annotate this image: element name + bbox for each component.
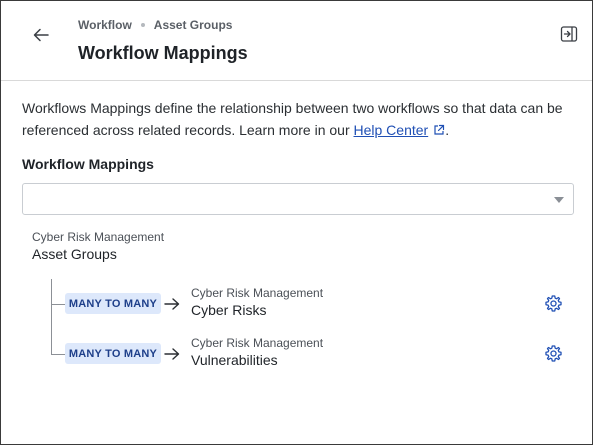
mappings-description: Workflows Mappings define the relationsh…: [22, 97, 567, 141]
panel-header: Workflow Asset Groups Workflow Mappings: [1, 1, 592, 81]
help-center-link[interactable]: Help Center: [354, 122, 429, 138]
workflow-mappings-panel: Workflow Asset Groups Workflow Mappings …: [0, 0, 593, 445]
tree-connector-vertical: [51, 279, 52, 354]
source-workspace: Cyber Risk Management: [32, 230, 165, 244]
breadcrumb-asset-groups[interactable]: Asset Groups: [154, 18, 233, 32]
chevron-down-icon: [554, 197, 564, 203]
relation-workspace: Cyber Risk Management: [191, 286, 324, 300]
breadcrumb: Workflow Asset Groups: [78, 18, 232, 32]
gear-icon[interactable]: [544, 344, 563, 363]
workflow-mappings-select[interactable]: [22, 183, 574, 215]
relation-type-badge: MANY TO MANY: [65, 343, 161, 364]
source-workflow: Asset Groups: [32, 246, 117, 262]
description-text: Workflows Mappings define the relationsh…: [22, 100, 563, 138]
panel-collapse-icon: [560, 26, 578, 42]
relation-type-badge: MANY TO MANY: [65, 293, 161, 314]
gear-icon[interactable]: [544, 294, 563, 313]
relation-workflow: Cyber Risks: [191, 302, 267, 318]
external-link-icon[interactable]: [433, 124, 445, 136]
arrow-right-icon: [164, 348, 180, 360]
tree-connector-branch: [51, 354, 65, 355]
breadcrumb-separator: [140, 23, 145, 27]
back-button[interactable]: [27, 21, 55, 49]
tree-connector-branch: [51, 304, 65, 305]
relation-workspace: Cyber Risk Management: [191, 336, 324, 350]
breadcrumb-workflow[interactable]: Workflow: [78, 18, 132, 32]
description-suffix: .: [445, 122, 450, 138]
arrow-left-icon: [33, 28, 49, 42]
page-title: Workflow Mappings: [78, 43, 248, 63]
mappings-section-label: Workflow Mappings: [22, 156, 154, 172]
relation-workflow: Vulnerabilities: [191, 352, 278, 368]
arrow-right-icon: [164, 298, 180, 310]
collapse-panel-button[interactable]: [560, 25, 578, 43]
